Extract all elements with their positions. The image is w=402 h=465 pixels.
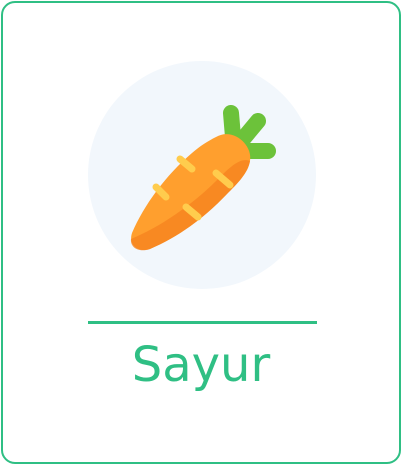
category-card-sayur[interactable]: Sayur	[1, 1, 401, 464]
divider	[88, 321, 317, 324]
category-label: Sayur	[131, 337, 271, 393]
carrot-icon	[130, 105, 276, 251]
icon-background	[88, 61, 316, 289]
